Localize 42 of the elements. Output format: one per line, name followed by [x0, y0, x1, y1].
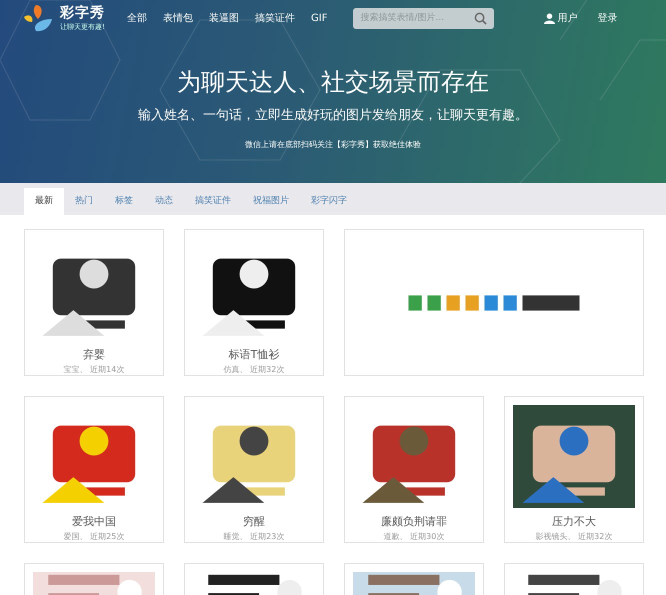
card-meta: 睡觉、 近期23次: [224, 531, 284, 542]
card-meta: 宝宝、 近期14次: [64, 364, 124, 375]
card-meta: 影视镜头、 近期32次: [536, 531, 612, 542]
meme-card[interactable]: 弃婴 宝宝、 近期14次: [24, 229, 164, 376]
category-tab[interactable]: 搞笑证件: [184, 188, 242, 215]
nav-link[interactable]: 搞笑证件: [255, 11, 295, 25]
meme-card[interactable]: 穷醒 睡觉、 近期23次: [184, 396, 324, 543]
category-tab[interactable]: 热门: [64, 188, 104, 215]
nav-link[interactable]: GIF: [311, 12, 328, 24]
card-title: 爱我中国: [72, 514, 116, 529]
category-tab[interactable]: 动态: [144, 188, 184, 215]
hero-notice: 微信上请在底部扫码关注【彩字秀】获取绝佳体验: [245, 139, 421, 150]
category-tab[interactable]: 彩字闪字: [300, 188, 358, 215]
login-link[interactable]: 登录: [597, 11, 618, 25]
card-meta: 爱国、 近期25次: [64, 531, 124, 542]
card-title: 压力不大: [552, 514, 596, 529]
card-title: 标语T恤衫: [228, 347, 280, 362]
brand-name[interactable]: 彩字秀: [60, 4, 105, 22]
category-tab[interactable]: 标签: [104, 188, 144, 215]
nav-link[interactable]: 表情包: [163, 11, 193, 25]
search-field[interactable]: 搜索搞笑表情/图片...: [353, 8, 494, 28]
meme-card[interactable]: 廉颇负荆请罪 道歉、 近期30次: [344, 396, 484, 543]
card-title: 廉颇负荆请罪: [381, 514, 447, 529]
meme-card[interactable]: 压力不大 影视镜头、 近期32次: [504, 396, 644, 543]
user-link[interactable]: 用户: [544, 11, 578, 25]
ad-card[interactable]: [344, 229, 644, 376]
category-tab[interactable]: 最新: [24, 188, 64, 215]
meme-card[interactable]: [504, 563, 644, 595]
card-meta: 仿真、 近期32次: [224, 364, 284, 375]
meme-card[interactable]: 爱我中国 爱国、 近期25次: [24, 396, 164, 543]
user-icon: [544, 12, 556, 24]
meme-card[interactable]: [184, 563, 324, 595]
card-title: 穷醒: [243, 514, 265, 529]
nav-link[interactable]: 装逼图: [209, 11, 239, 25]
search-icon[interactable]: [474, 12, 488, 24]
meme-card[interactable]: 标语T恤衫 仿真、 近期32次: [184, 229, 324, 376]
card-meta: 道歉、 近期30次: [384, 531, 444, 542]
nav-link[interactable]: 全部: [127, 11, 147, 25]
card-title: 弃婴: [83, 347, 105, 362]
hero-title: 为聊天达人、社交场景而存在: [177, 67, 489, 98]
category-tab[interactable]: 祝福图片: [242, 188, 300, 215]
hero-subtitle: 输入姓名、一句话，立即生成好玩的图片发给朋友，让聊天更有趣。: [138, 107, 528, 124]
